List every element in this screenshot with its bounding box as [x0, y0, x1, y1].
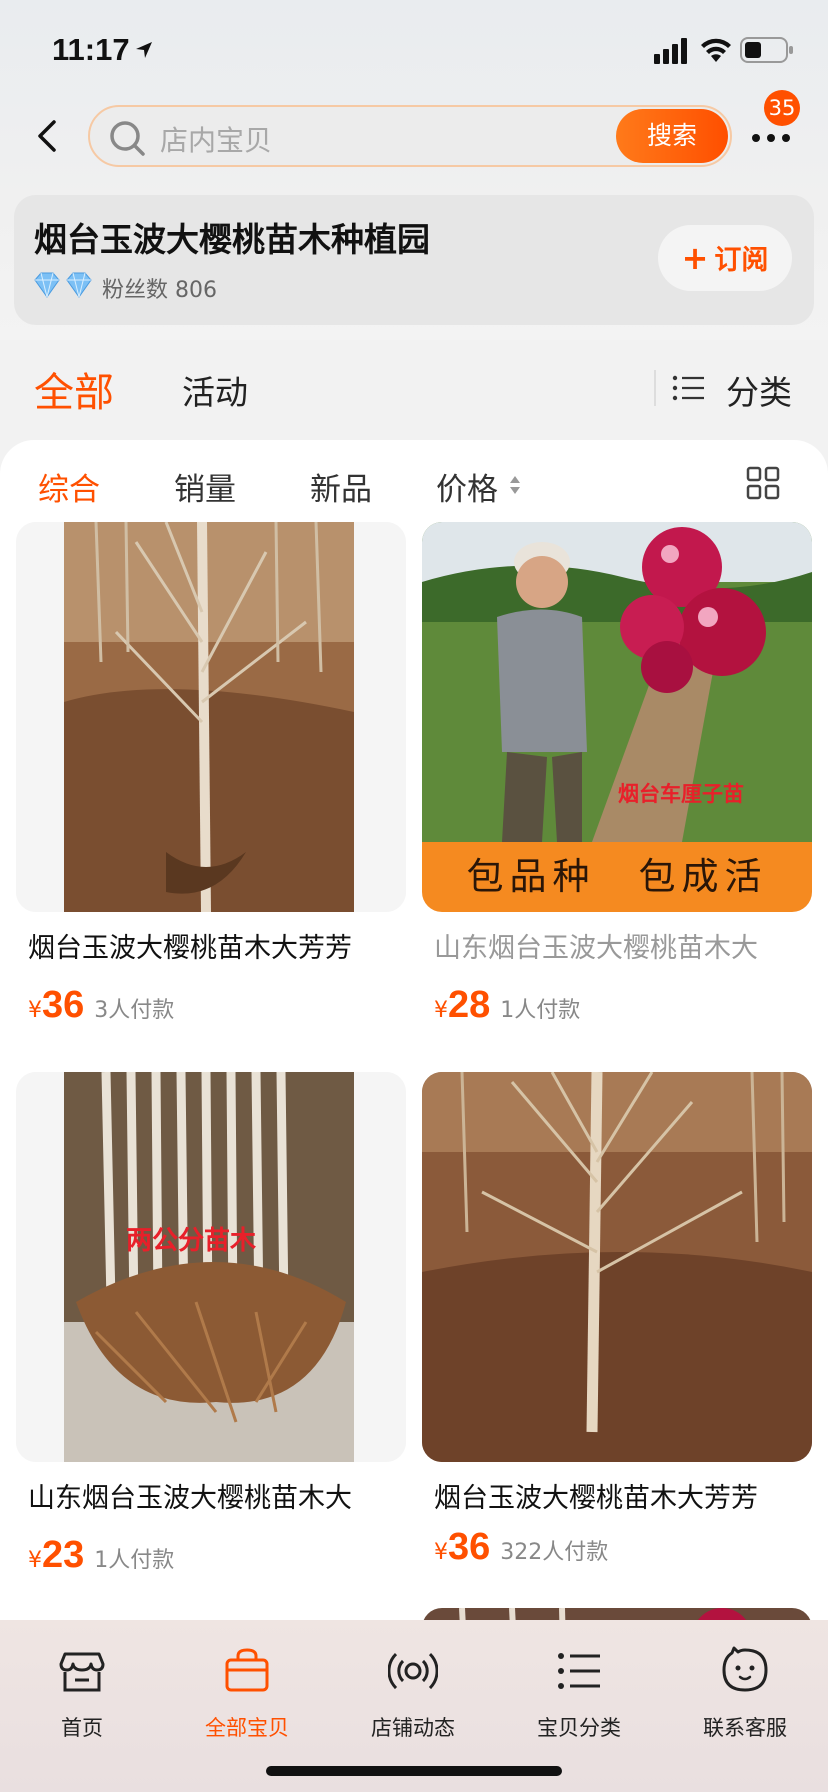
paid-count: 1人付款 [94, 1548, 175, 1573]
service-icon [722, 1646, 768, 1692]
tab-category[interactable]: 分类 [726, 366, 792, 414]
product-title[interactable]: 烟台玉波大樱桃苗木大芳芳 [434, 1476, 814, 1515]
product-price: ¥28 1人付款 [434, 984, 580, 1027]
product-panel: 综合 销量 新品 价格 烟台玉波大樱桃苗木大芳芳 ¥36 3人付款 烟台车厘子苗… [0, 440, 828, 1792]
tab-activity[interactable]: 活动 [182, 366, 248, 414]
sort-arrows-icon[interactable] [508, 474, 522, 496]
subscribe-button[interactable]: + 订阅 [658, 225, 792, 291]
currency-symbol: ¥ [434, 1540, 448, 1565]
product-image[interactable]: 两公分苗木 [16, 1072, 406, 1462]
bag-icon [225, 1648, 269, 1692]
location-arrow-icon [136, 42, 152, 58]
nav-shop-updates[interactable]: 店铺动态 [353, 1646, 473, 1742]
product-price: ¥36 322人付款 [434, 1526, 608, 1569]
plus-icon: + [681, 239, 709, 277]
product-image[interactable] [422, 1072, 812, 1462]
price-value: 23 [42, 1534, 85, 1576]
product-title[interactable]: 山东烟台玉波大樱桃苗木大 [434, 926, 814, 965]
currency-symbol: ¥ [28, 1548, 42, 1573]
list-icon[interactable] [672, 374, 706, 402]
shop-tabs: 全部 活动 分类 [0, 352, 828, 422]
cellular-signal-icon [654, 38, 687, 64]
search-input[interactable]: 店内宝贝 [160, 119, 272, 159]
price-value: 36 [42, 984, 85, 1026]
paid-count: 1人付款 [500, 998, 581, 1023]
grid-view-icon[interactable] [746, 466, 780, 500]
status-bar: 11:17 [0, 28, 828, 72]
sort-overall[interactable]: 综合 [38, 464, 100, 509]
tab-all[interactable]: 全部 [34, 360, 114, 418]
list-icon [558, 1653, 600, 1689]
search-icon [110, 121, 145, 156]
back-arrow-icon[interactable] [30, 116, 66, 156]
tab-divider [654, 370, 656, 406]
shop-name: 烟台玉波大樱桃苗木种植园 [34, 220, 430, 259]
message-count-badge: 35 [764, 90, 800, 126]
search-bar[interactable]: 店内宝贝 搜索 [88, 105, 732, 167]
nav-label: 宝贝分类 [537, 1716, 621, 1740]
paid-count: 3人付款 [94, 998, 175, 1023]
shop-icon [59, 1652, 105, 1692]
wifi-icon [701, 38, 731, 62]
nav-item-categories[interactable]: 宝贝分类 [519, 1646, 639, 1742]
product-image[interactable]: 烟台车厘子苗 包品种 包成活 [422, 522, 812, 912]
nav-customer-service[interactable]: 联系客服 [685, 1646, 805, 1742]
broadcast-icon [388, 1652, 438, 1690]
nav-label: 店铺动态 [371, 1716, 455, 1740]
header-area: 11:17 店内宝贝 搜索 35 烟台玉波大樱桃苗木种植园 粉丝数 806 + 订… [0, 0, 828, 340]
shop-info-card: 烟台玉波大樱桃苗木种植园 粉丝数 806 + 订阅 [14, 195, 814, 325]
promo-banner: 包品种 包成活 [422, 842, 812, 912]
image-overlay-text: 烟台车厘子苗 [618, 782, 744, 806]
paid-count: 322人付款 [500, 1540, 609, 1565]
nav-all-items[interactable]: 全部宝贝 [187, 1646, 307, 1742]
search-button[interactable]: 搜索 [616, 109, 728, 163]
product-image[interactable] [16, 522, 406, 912]
nav-label: 联系客服 [703, 1716, 787, 1740]
nav-label: 全部宝贝 [205, 1716, 289, 1740]
product-price: ¥23 1人付款 [28, 1534, 174, 1577]
home-indicator [266, 1766, 562, 1776]
fans-count: 粉丝数 806 [102, 278, 217, 303]
image-overlay-text: 两公分苗木 [126, 1226, 257, 1256]
sort-new[interactable]: 新品 [310, 464, 372, 509]
nav-home[interactable]: 首页 [22, 1646, 142, 1742]
nav-label: 首页 [61, 1716, 103, 1740]
battery-icon [740, 37, 793, 63]
diamond-rating-icon [34, 272, 92, 298]
sort-bar: 综合 销量 新品 价格 [0, 458, 828, 518]
status-time: 11:17 [52, 32, 130, 67]
sort-sales[interactable]: 销量 [174, 464, 236, 509]
currency-symbol: ¥ [434, 998, 448, 1023]
sort-price[interactable]: 价格 [436, 464, 498, 509]
price-value: 36 [448, 1526, 491, 1568]
product-price: ¥36 3人付款 [28, 984, 174, 1027]
product-title[interactable]: 山东烟台玉波大樱桃苗木大 [28, 1476, 408, 1515]
product-title[interactable]: 烟台玉波大樱桃苗木大芳芳 [28, 926, 408, 965]
price-value: 28 [448, 984, 491, 1026]
subscribe-label: 订阅 [714, 245, 769, 276]
currency-symbol: ¥ [28, 998, 42, 1023]
